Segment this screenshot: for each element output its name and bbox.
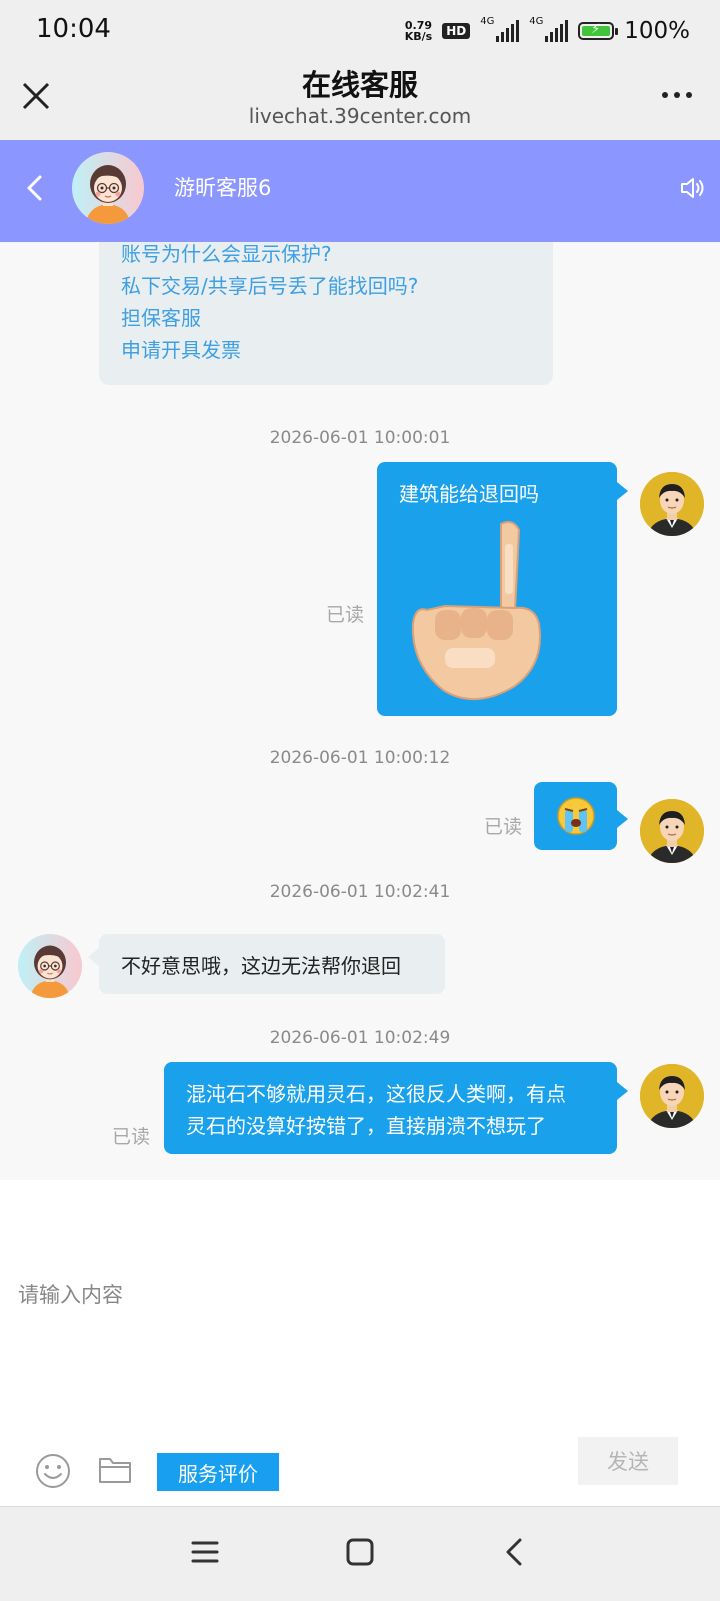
battery-icon: ⚡: [578, 22, 619, 40]
folder-icon: [99, 1458, 131, 1483]
network-speed-unit: KB/s: [404, 30, 433, 43]
service-rating-button[interactable]: 服务评价: [157, 1453, 279, 1491]
message-input[interactable]: [18, 1283, 578, 1307]
pointing-hand-sticker[interactable]: [405, 514, 551, 702]
bubble-tail: [88, 948, 99, 966]
chevron-left-icon: [27, 175, 42, 201]
user-avatar: [640, 1064, 704, 1128]
hamburger-icon: [191, 1541, 219, 1563]
agent-message-bubble[interactable]: 不好意思哦，这边无法帮你退回: [99, 934, 445, 994]
bubble-tail: [617, 482, 628, 500]
read-status: 已读: [326, 604, 365, 626]
smiley-icon: [36, 1454, 70, 1488]
faq-link[interactable]: 私下交易/共享后号丢了能找回吗?: [121, 270, 418, 299]
read-status: 已读: [484, 816, 523, 838]
read-status: 已读: [112, 1126, 151, 1148]
speaker-icon: [681, 178, 704, 198]
battery-percent: 100%: [624, 18, 690, 44]
close-icon: [22, 82, 50, 110]
more-options-button[interactable]: [662, 92, 692, 98]
message-timestamp: 2026-06-01 10:02:49: [269, 1028, 451, 1048]
crying-face-emoji: [554, 794, 598, 838]
sim1-network-type: 4G: [480, 16, 495, 27]
agent-name: 游昕客服6: [174, 176, 272, 200]
send-button[interactable]: 发送: [578, 1437, 678, 1485]
user-message-bubble[interactable]: 建筑能给退回吗: [377, 462, 617, 716]
message-timestamp: 2026-06-01 10:02:41: [269, 882, 451, 902]
system-navigation-bar: [0, 1506, 720, 1601]
signal-sim2-icon: 4G: [529, 16, 569, 42]
back-arrow-icon: [506, 1538, 522, 1566]
message-timestamp: 2026-06-01 10:00:12: [269, 748, 451, 768]
faq-link[interactable]: 账号为什么会显示保护?: [121, 242, 332, 267]
status-indicators: 0.79 KB/s HD 4G 4G ⚡ 100%: [405, 16, 690, 46]
agent-avatar: [18, 934, 82, 998]
agent-avatar: [72, 152, 144, 224]
close-button[interactable]: [20, 80, 52, 112]
page-title: 在线客服: [301, 68, 418, 102]
network-speed: 0.79 KB/s: [405, 20, 432, 42]
menu-button[interactable]: [190, 1537, 220, 1567]
message-text: 不好意思哦，这边无法帮你退回: [121, 954, 401, 978]
faq-link[interactable]: 申请开具发票: [121, 334, 241, 363]
more-dots-icon: [662, 92, 668, 98]
sim2-network-type: 4G: [529, 16, 544, 27]
bubble-tail: [617, 810, 628, 828]
signal-sim1-icon: 4G: [480, 16, 520, 42]
square-home-icon: [346, 1538, 374, 1566]
system-back-button[interactable]: [500, 1537, 530, 1567]
user-message-bubble[interactable]: [534, 782, 617, 850]
page-url: livechat.39center.com: [248, 104, 472, 128]
attach-file-button[interactable]: [98, 1454, 132, 1484]
back-button[interactable]: [20, 172, 48, 204]
faq-link[interactable]: 担保客服: [121, 302, 201, 331]
emoji-button[interactable]: [34, 1452, 72, 1490]
user-avatar: [640, 472, 704, 536]
home-button[interactable]: [345, 1537, 375, 1567]
bubble-tail: [617, 1082, 628, 1100]
chat-message-list[interactable]: 账号为什么会显示保护? 私下交易/共享后号丢了能找回吗? 担保客服 申请开具发票…: [0, 242, 720, 1180]
hd-voice-icon: HD: [442, 23, 471, 39]
user-message-bubble[interactable]: 混沌石不够就用灵石，这很反人类啊，有点 灵石的没算好按错了，直接崩溃不想玩了: [164, 1062, 617, 1154]
sound-toggle-button[interactable]: [678, 174, 706, 202]
message-timestamp: 2026-06-01 10:00:01: [269, 428, 451, 448]
status-time: 10:04: [36, 14, 111, 44]
user-avatar: [640, 799, 704, 863]
faq-bubble: 账号为什么会显示保护? 私下交易/共享后号丢了能找回吗? 担保客服 申请开具发票: [99, 242, 553, 385]
message-text-line: 灵石的没算好按错了，直接崩溃不想玩了: [186, 1114, 546, 1138]
message-text: 建筑能给退回吗: [399, 482, 539, 506]
message-text-line: 混沌石不够就用灵石，这很反人类啊，有点: [186, 1082, 566, 1106]
